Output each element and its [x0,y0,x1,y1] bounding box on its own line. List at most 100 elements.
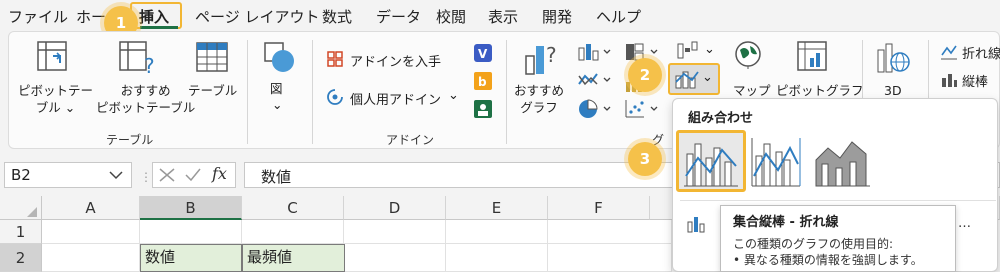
get-addins-button[interactable]: アドインを入手 [350,51,441,70]
combo-chart-chevron-icon: ⌄ [702,70,713,85]
cell-e1[interactable] [446,220,548,244]
sparkline-column-button[interactable]: 縦棒 [962,71,988,90]
recommended-pivot-button[interactable]: おすすめ ピボットテーブル [96,82,195,116]
pivot-table-label-line1: ピボットテー [18,83,94,98]
cell-d2[interactable] [345,244,446,272]
excel-window: ファイル ホーム 挿入 ページ レイアウト 数式 データ 校閲 表示 開発 ヘル… [0,0,1000,272]
insert-function-icon[interactable]: fx [212,164,227,183]
table-icon [196,42,228,72]
illustrations-chevron-icon[interactable]: ⌄ [272,96,282,113]
column-header-e[interactable]: E [446,196,548,220]
3d-map-button[interactable]: 3D [884,82,902,99]
recommended-pivot-label-line1: おすすめ [120,83,171,98]
tab-view[interactable]: 表示 [488,6,518,27]
cell-c1[interactable] [242,220,344,244]
pivot-chart-button[interactable]: ピボットグラフ [776,82,864,99]
name-box-chevron-icon[interactable] [108,168,124,182]
cell-b1[interactable] [140,220,242,244]
column-header-f[interactable]: F [548,196,650,220]
cancel-entry-icon[interactable] [158,167,176,183]
scatter-chart-icon[interactable] [624,98,662,120]
visio-icon[interactable]: V [472,42,494,64]
tooltip-line-2: • 異なる種類の情報を強調します。 [733,253,923,267]
my-addins-chevron-icon[interactable]: ⌄ [448,88,459,103]
recommended-charts-icon: ? [525,43,557,75]
combo-chart-icon [675,71,699,89]
step-badge-3: 3 [628,142,662,176]
sparkline-line-button[interactable]: 折れ線 [962,43,1000,62]
waterfall-chevron-icon[interactable]: ⌄ [704,42,715,57]
column-header-c[interactable]: C [242,196,344,220]
cell-e2[interactable] [446,244,548,272]
tab-developer[interactable]: 開発 [542,6,572,27]
pivot-table-icon [37,41,67,71]
table-group-label: テーブル [106,133,154,147]
tab-data[interactable]: データ [376,6,421,27]
recommended-pivot-label-line2: ピボットテーブル [96,100,196,115]
people-graph-icon[interactable] [472,98,494,120]
svg-text:?: ? [546,43,557,67]
tooltip-line-1: この種類のグラフの使用目的: [733,237,894,251]
clustered-column-line-icon [684,143,738,187]
confirm-entry-icon[interactable] [184,167,202,183]
combo-section-title: 組み合わせ [688,111,754,126]
more-combo-charts-ellipsis[interactable]: … [958,216,971,231]
bing-maps-icon[interactable]: b [472,70,494,92]
illustrations-button[interactable]: 図 [270,80,283,97]
shapes-icon [264,42,294,72]
cell-a1[interactable] [42,220,140,244]
cell-f2[interactable] [548,244,672,272]
map-chart-icon [735,41,761,69]
tooltip-body: この種類のグラフの使用目的: • 異なる種類の情報を強調します。 [733,236,943,268]
column-chart-icon[interactable] [577,42,615,62]
stacked-area-clustered-column-icon[interactable] [814,134,886,192]
line-chart-icon[interactable] [577,70,615,90]
tab-formulas[interactable]: 数式 [322,6,352,27]
tab-help[interactable]: ヘルプ [596,6,641,27]
cell-d1[interactable] [344,220,446,244]
recommended-pivot-icon: ? [119,41,155,76]
column-header-d[interactable]: D [344,196,446,220]
pie-chart-icon[interactable] [577,98,615,120]
store-icon [327,51,343,67]
tab-insert[interactable]: 挿入 [139,6,169,27]
pivot-table-label-line2: ブル ⌄ [35,100,76,115]
formula-bar-grip-icon: ⋮ [140,170,152,184]
tab-page-layout[interactable]: ページ レイアウト [195,6,319,27]
pivot-chart-icon [797,41,827,71]
tooltip-title: 集合縦棒 - 折れ線 [733,215,839,230]
combo-chart-tooltip: 集合縦棒 - 折れ線 この種類のグラフの使用目的: • 異なる種類の情報を強調し… [720,205,956,272]
dropdown-divider [680,200,996,201]
my-addins-button[interactable]: 個人用アドイン [350,89,441,108]
recommended-charts-label-line1: おすすめ [514,83,565,98]
sparkline-column-icon [942,74,957,87]
map-chart-button[interactable]: マップ [733,82,771,99]
group-divider [506,40,507,144]
recommended-charts-button[interactable]: おすすめ グラフ [514,82,564,116]
row-header-1[interactable]: 1 [0,220,42,244]
table-button[interactable]: テーブル [188,82,237,99]
svg-text:V: V [478,47,488,61]
pivot-table-button[interactable]: ピボットテー ブル ⌄ [18,82,93,116]
group-divider [312,40,313,144]
waterfall-chart-icon[interactable] [676,40,702,62]
cell-c2[interactable]: 最頻値 [242,244,345,272]
cell-b2[interactable]: 数値 [140,244,242,272]
select-all-triangle-icon [27,207,37,217]
more-combo-charts-icon[interactable] [686,214,708,234]
cell-a2[interactable] [42,244,140,272]
active-tab-underline [140,26,178,29]
svg-text:b: b [478,75,487,89]
cell-f1[interactable] [548,220,672,244]
3d-map-icon [877,43,910,73]
clustered-column-line-secondary-axis-icon[interactable] [748,134,820,192]
step-badge-2: 2 [628,58,662,92]
svg-text:?: ? [144,54,155,76]
column-header-a[interactable]: A [42,196,140,220]
row-header-2[interactable]: 2 [0,244,42,272]
tab-review[interactable]: 校閲 [436,6,466,27]
sparkline-line-icon [941,45,957,60]
group-divider [247,40,248,144]
column-header-b[interactable]: B [140,196,242,220]
tab-file[interactable]: ファイル [8,6,68,27]
